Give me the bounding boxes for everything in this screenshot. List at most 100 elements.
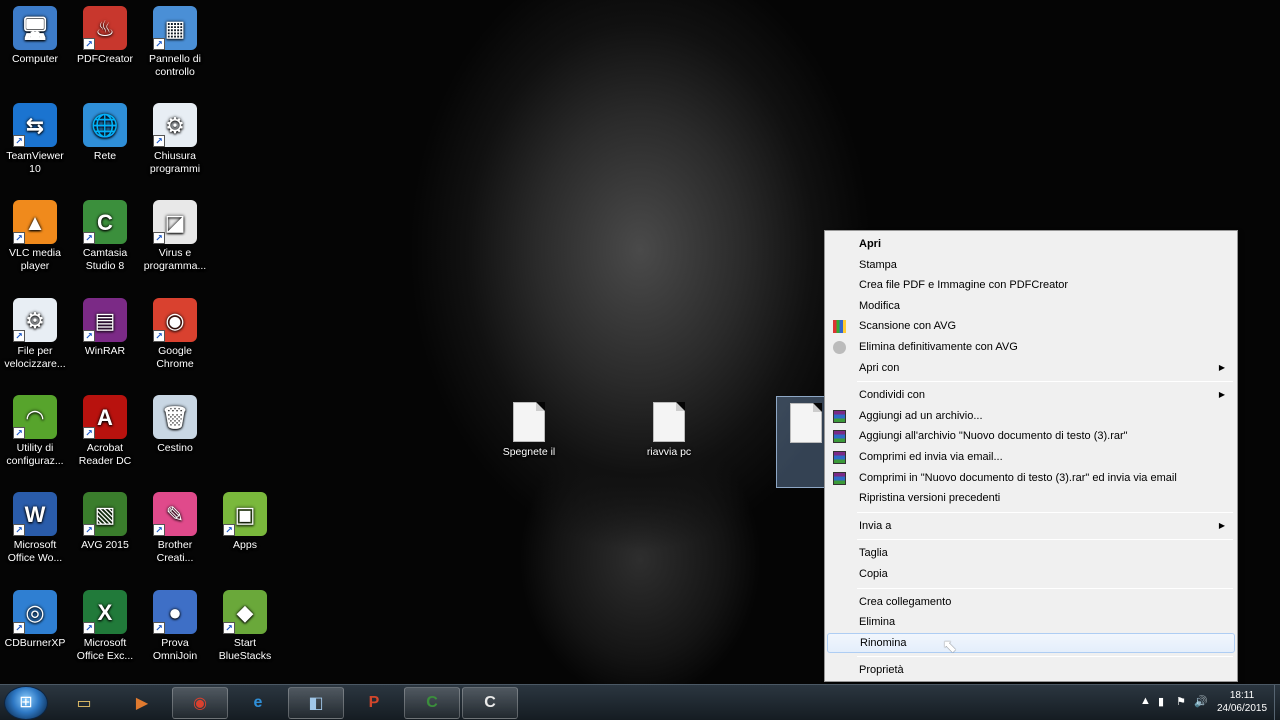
volume-icon[interactable]: 🔊 [1194, 695, 1208, 708]
menu-item-apri-con[interactable]: Apri con ▶ [827, 358, 1235, 379]
desktop-icon-program-shutdown[interactable]: ⚙ ↗ Chiusura programmi [140, 103, 210, 176]
brother-icon: ✎ ↗ [153, 492, 197, 536]
menu-item-crea-collegamento[interactable]: Crea collegamento [827, 592, 1235, 613]
network-icon: 🌐 [83, 103, 127, 147]
menu-item-aggiungi-ad-un-archivio[interactable]: Aggiungi ad un archivio... [827, 406, 1235, 427]
menu-item-ripristina-versioni-precedenti[interactable]: Ripristina versioni precedenti [827, 488, 1235, 509]
menu-item-modifica[interactable]: Modifica [827, 296, 1235, 317]
desktop-icon-label: Virus e programma... [143, 247, 207, 272]
desktop-icon-control-panel[interactable]: ▦ ↗ Pannello di controllo [140, 6, 210, 79]
context-menu: Apri Stampa Crea file PDF e Immagine con P… [824, 230, 1238, 682]
menu-item-elimina[interactable]: Elimina [827, 612, 1235, 633]
desktop-icon-teamviewer[interactable]: ⇆ ↗ TeamViewer 10 [0, 103, 70, 176]
menu-item-scansione-con-avg[interactable]: Scansione con AVG [827, 316, 1235, 337]
shortcut-arrow-icon: ↗ [153, 232, 165, 244]
clock[interactable]: 18:11 24/06/2015 [1212, 689, 1272, 715]
desktop-icon-label: Microsoft Office Wo... [7, 539, 63, 564]
desktop-icon-virus-program[interactable]: ◪ ↗ Virus e programma... [140, 200, 210, 273]
menu-item-comprimi-ed-invia-via-email[interactable]: Comprimi ed invia via email... [827, 447, 1235, 468]
desktop-icon-apps[interactable]: ▣ ↗ Apps [210, 492, 280, 552]
shortcut-arrow-icon: ↗ [153, 524, 165, 536]
shortcut-arrow-icon: ↗ [13, 232, 25, 244]
desktop-file-label: riavvia pc [646, 446, 692, 458]
menu-item-taglia[interactable]: Taglia [827, 543, 1235, 564]
taskbar-button-chrome-taskbar[interactable]: ◉ [172, 687, 228, 719]
taskbar-button-media-player[interactable]: ▶ [114, 687, 170, 719]
menu-item-label: Crea collegamento [859, 595, 952, 608]
shortcut-arrow-icon: ↗ [13, 524, 25, 536]
menu-item-comprimi-in-nuovo-documento-di-testo-3-rar-ed-invia-via-email[interactable]: Comprimi in "Nuovo documento di testo (3… [827, 468, 1235, 489]
camtasia-taskbar-icon: C [426, 694, 438, 711]
taskbar-button-camtasia-taskbar[interactable]: C [404, 687, 460, 719]
menu-item-copia[interactable]: Copia [827, 564, 1235, 585]
shortcut-arrow-icon: ↗ [83, 427, 95, 439]
desktop-icon-brother[interactable]: ✎ ↗ Brother Creati... [140, 492, 210, 565]
camtasia-icon: C ↗ [83, 200, 127, 244]
desktop-icon-label: Prova OmniJoin [152, 637, 198, 662]
taskbar-button-ie[interactable]: e [230, 687, 286, 719]
chrome-taskbar-icon: ◉ [193, 695, 207, 712]
desktop-icon-camtasia[interactable]: C ↗ Camtasia Studio 8 [70, 200, 140, 273]
desktop-icon-pdfcreator[interactable]: ♨ ↗ PDFCreator [70, 6, 140, 66]
menu-item-invia-a[interactable]: Invia a ▶ [827, 516, 1235, 537]
taskbar-button-explorer[interactable]: ▭ [56, 687, 112, 719]
desktop-icon-word[interactable]: W ↗ Microsoft Office Wo... [0, 492, 70, 565]
desktop-icon-computer[interactable]: 🖥 Computer [0, 6, 70, 66]
menu-item-stampa[interactable]: Stampa [827, 255, 1235, 276]
menu-item-crea-file-pdf-e-immagine-con-pdfcreator[interactable]: Crea file PDF e Immagine con PDFCreator [827, 275, 1235, 296]
menu-item-rinomina[interactable]: Rinomina [827, 632, 1235, 654]
desktop-icon-chrome[interactable]: ◉ ↗ Google Chrome [140, 298, 210, 371]
menu-item-apri[interactable]: Apri [827, 234, 1235, 255]
show-desktop-button[interactable] [1274, 685, 1280, 720]
desktop-icon-winrar[interactable]: ▤ ↗ WinRAR [70, 298, 140, 358]
menu-item-label: Stampa [859, 258, 897, 271]
menu-item-label: Copia [859, 567, 888, 580]
show-hidden-icons-icon[interactable]: ▲ [1140, 695, 1151, 707]
menu-item-label: Elimina [859, 616, 896, 629]
desktop-icon-config-utility[interactable]: ◠ ↗ Utility di configuraz... [0, 395, 70, 468]
shortcut-arrow-icon: ↗ [83, 232, 95, 244]
desktop-icon-recycle-bin[interactable]: 🗑 Cestino [140, 395, 210, 455]
menu-item-aggiungi-all-archivio-nuovo-documento-di-testo-3-rar[interactable]: Aggiungi all'archivio "Nuovo documento d… [827, 426, 1235, 447]
shortcut-arrow-icon: ↗ [13, 135, 25, 147]
teamviewer-icon: ⇆ ↗ [13, 103, 57, 147]
desktop-icon-vlc[interactable]: ▲ ↗ VLC media player [0, 200, 70, 273]
taskbar-button-powerpoint[interactable]: P [346, 687, 402, 719]
desktop-icon-file-speed[interactable]: ⚙ ↗ File per velocizzare... [0, 298, 70, 371]
action-center-flag-icon[interactable]: ⚑ [1176, 695, 1186, 708]
desktop[interactable]: 🖥 Computer ⇆ ↗ TeamViewer 10 ▲ ↗ VLC media play… [0, 0, 1280, 684]
desktop-icon-cdburner[interactable]: ◎ ↗ CDBurnerXP [0, 590, 70, 650]
menu-item-label: Scansione con AVG [859, 320, 957, 333]
menu-item-elimina-definitivamente-con-avg[interactable]: Elimina definitivamente con AVG [827, 337, 1235, 358]
menu-separator [857, 511, 1233, 513]
apps-icon: ▣ ↗ [223, 492, 267, 536]
desktop-icon-label: Acrobat Reader DC [78, 442, 132, 467]
menu-item-propriet[interactable]: Proprietà [827, 660, 1235, 681]
avg-shred-icon [833, 340, 846, 354]
desktop-file[interactable]: riavvia pc [634, 402, 704, 459]
menu-item-label: Aggiungi all'archivio "Nuovo documento d… [859, 430, 1128, 443]
menu-item-label: Comprimi ed invia via email... [859, 450, 1003, 463]
desktop-icon-label: Rete [93, 150, 117, 162]
taskbar-button-camtasia-recorder[interactable]: C [462, 687, 518, 719]
shortcut-arrow-icon: ↗ [13, 427, 25, 439]
desktop-file[interactable]: Spegnete il [494, 402, 564, 459]
ie-icon: e [253, 694, 263, 711]
desktop-icon-network[interactable]: 🌐 Rete [70, 103, 140, 163]
system-tray: ▲ ▮ ⚑ 🔊 18:11 24/06/2015 [1100, 685, 1280, 720]
shortcut-arrow-icon: ↗ [83, 524, 95, 536]
shortcut-arrow-icon: ↗ [13, 330, 25, 342]
desktop-icon-bluestacks[interactable]: ◆ ↗ Start BlueStacks [210, 590, 280, 663]
desktop-icon-omnijoin[interactable]: ● ↗ Prova OmniJoin [140, 590, 210, 663]
shortcut-arrow-icon: ↗ [223, 622, 235, 634]
desktop-icon-acrobat[interactable]: A ↗ Acrobat Reader DC [70, 395, 140, 468]
desktop-icon-excel[interactable]: X ↗ Microsoft Office Exc... [70, 590, 140, 663]
menu-item-condividi-con[interactable]: Condividi con ▶ [827, 385, 1235, 406]
desktop-icon-avg[interactable]: ▧ ↗ AVG 2015 [70, 492, 140, 552]
network-signal-icon[interactable]: ▮ [1158, 695, 1164, 708]
desktop-icon-label: Chiusura programmi [149, 150, 201, 175]
explorer-icon: ▭ [76, 695, 92, 712]
bluestacks-icon: ◆ ↗ [223, 590, 267, 634]
start-button[interactable]: ⊞ [4, 686, 48, 720]
taskbar-button-window[interactable]: ◧ [288, 687, 344, 719]
